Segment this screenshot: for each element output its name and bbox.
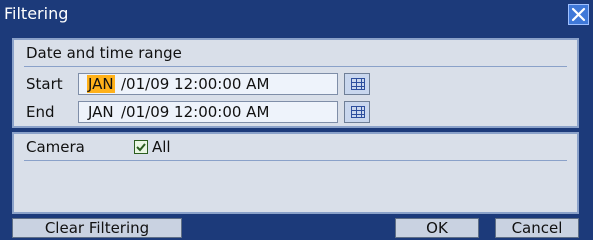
ok-label: OK: [426, 219, 448, 237]
camera-grid-overlay: 1 2 3 4 5 6 7 8 9 10 11 12 13 14 15 16: [12, 132, 579, 214]
start-datetime-field[interactable]: JAN /01/09 12:00:00 AM: [78, 73, 338, 95]
clear-filtering-button[interactable]: Clear Filtering: [12, 218, 182, 238]
end-datetime-field[interactable]: JAN /01/09 12:00:00 AM: [78, 101, 338, 123]
filtering-dialog: Filtering Date and time range Start JAN …: [0, 0, 593, 240]
calendar-icon: [351, 78, 365, 90]
start-label: Start: [26, 75, 63, 93]
close-icon: [571, 7, 586, 22]
end-label: End: [26, 103, 55, 121]
ok-button[interactable]: OK: [395, 218, 479, 238]
dialog-title: Filtering: [4, 4, 69, 23]
start-month-segment[interactable]: JAN: [87, 75, 115, 93]
clear-filtering-label: Clear Filtering: [44, 219, 150, 237]
section-title-date: Date and time range: [26, 44, 182, 62]
cancel-button[interactable]: Cancel: [495, 218, 579, 238]
end-date-time-text: /01/09 12:00:00 AM: [121, 103, 270, 121]
calendar-icon: [351, 106, 365, 118]
start-date-time-text: /01/09 12:00:00 AM: [121, 75, 270, 93]
start-calendar-button[interactable]: [344, 73, 370, 95]
date-time-range-panel: Date and time range Start JAN /01/09 12:…: [12, 38, 579, 128]
divider: [24, 66, 567, 67]
end-month-segment[interactable]: JAN: [87, 103, 115, 121]
end-calendar-button[interactable]: [344, 101, 370, 123]
close-button[interactable]: [568, 4, 589, 25]
cancel-label: Cancel: [511, 219, 563, 237]
titlebar: Filtering: [0, 0, 593, 30]
